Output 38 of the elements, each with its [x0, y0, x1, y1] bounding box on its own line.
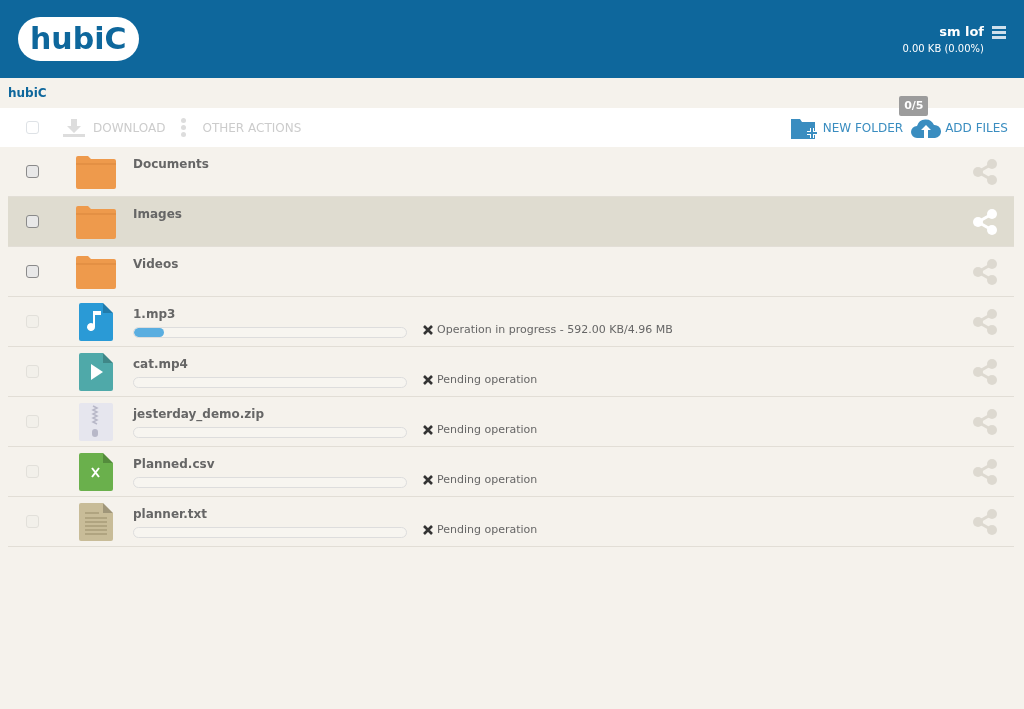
select-all-checkbox[interactable]: [26, 121, 39, 134]
file-name[interactable]: Videos: [133, 255, 423, 273]
status-text: Pending operation: [437, 521, 538, 538]
status-text: Pending operation: [437, 421, 538, 438]
text-file-icon: [79, 502, 113, 541]
add-files-button[interactable]: ADD FILES: [945, 118, 1008, 137]
status-text: Operation in progress - 592.00 KB/4.96 MB: [437, 321, 673, 338]
share-icon[interactable]: [972, 158, 998, 185]
download-icon: [63, 118, 85, 137]
share-icon[interactable]: [972, 208, 998, 235]
zip-file-icon: [79, 402, 113, 441]
upload-cloud-icon: [911, 117, 942, 138]
status-text: Pending operation: [437, 471, 538, 488]
row-checkbox[interactable]: [26, 265, 39, 278]
spreadsheet-file-icon: [79, 452, 113, 491]
breadcrumb-link[interactable]: hubiC: [8, 84, 47, 102]
user-name[interactable]: sm lof: [902, 21, 984, 42]
more-icon: [181, 118, 187, 137]
storage-usage: 0.00 KB (0.00%): [902, 42, 984, 57]
new-folder-icon: [790, 116, 819, 139]
file-row[interactable]: Videos: [8, 247, 1014, 297]
status-text: Pending operation: [437, 371, 538, 388]
new-folder-button[interactable]: NEW FOLDER: [822, 118, 904, 137]
folder-icon: [76, 254, 116, 289]
hubic-logo[interactable]: hubiC: [18, 17, 139, 61]
folder-icon: [76, 204, 116, 239]
file-row[interactable]: Images: [8, 197, 1014, 247]
upload-counter: 0/5: [899, 95, 929, 116]
music-file-icon: [79, 302, 113, 341]
menu-icon[interactable]: [992, 25, 1006, 39]
folder-icon: [76, 154, 116, 189]
cancel-icon[interactable]: [423, 324, 433, 335]
row-checkbox[interactable]: [26, 215, 39, 228]
video-file-icon: [79, 352, 113, 391]
row-checkbox[interactable]: [26, 165, 39, 178]
file-name[interactable]: Documents: [133, 155, 423, 173]
share-icon[interactable]: [972, 258, 998, 285]
file-name[interactable]: Images: [133, 205, 423, 223]
